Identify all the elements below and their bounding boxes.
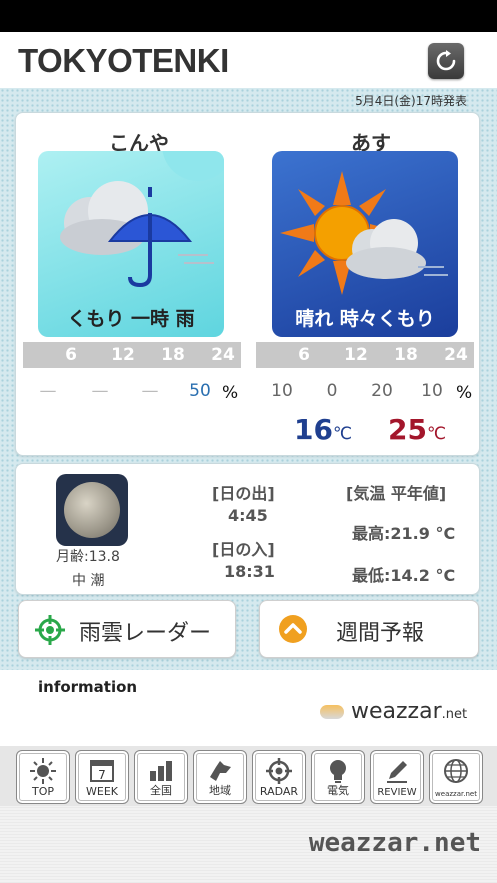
- brand-suffix: .net: [441, 707, 468, 722]
- sunset-time: 18:31: [224, 562, 275, 581]
- today-rain: —: [91, 381, 109, 401]
- today-hour-bar: 6 12 18 24: [23, 342, 241, 368]
- hokkaido-map-icon: [210, 761, 231, 781]
- moon-image: [56, 474, 128, 546]
- tab-electricity[interactable]: 電気: [311, 750, 365, 804]
- tab-review[interactable]: REVIEW: [370, 750, 424, 804]
- today-weather-image: くもり 一時 雨: [38, 151, 224, 337]
- today-hour: 24: [211, 345, 235, 365]
- issued-time: 5月4日(金)17時発表: [355, 94, 467, 108]
- sun-icon: [30, 758, 56, 784]
- tab-week[interactable]: 7 WEEK: [75, 750, 129, 804]
- moon-icon: [64, 482, 120, 538]
- tomorrow-weather-text: 晴れ 時々くもり: [295, 308, 435, 330]
- calendar-icon: 7: [90, 760, 114, 782]
- chevron-up-icon: [279, 615, 307, 643]
- tab-label: 電気: [327, 784, 349, 797]
- tomorrow-hour: 24: [444, 345, 468, 365]
- bottom-tab-bar: TOP 7 WEEK 全国 地域 RADAR 電気 REVIEW weazzar…: [0, 746, 497, 806]
- temp-unit: ℃: [426, 424, 447, 444]
- tomorrow-hour: 6: [298, 345, 310, 365]
- bar-chart-icon: [150, 761, 172, 781]
- today-pct-unit: %: [222, 383, 239, 403]
- tomorrow-weather-image: 晴れ 時々くもり: [272, 151, 458, 337]
- refresh-button[interactable]: [428, 43, 464, 79]
- today-weather-text: くもり 一時 雨: [67, 308, 195, 330]
- sunrise-time: 4:45: [228, 506, 268, 525]
- tab-website[interactable]: weazzar.net: [429, 750, 483, 804]
- tab-label: 地域: [209, 784, 231, 797]
- tomorrow-hour: 18: [394, 345, 418, 365]
- sunset-label: [日の入]: [212, 540, 275, 559]
- footer: weazzar.net: [0, 806, 497, 883]
- tab-radar[interactable]: RADAR: [252, 750, 306, 804]
- radar-icon: [266, 758, 292, 784]
- weekly-forecast-button[interactable]: 週間予報: [259, 600, 479, 658]
- tab-national[interactable]: 全国: [134, 750, 188, 804]
- normals-label: [気温 平年値]: [346, 484, 447, 503]
- tab-label: REVIEW: [377, 787, 417, 798]
- crosshair-icon: [35, 615, 65, 645]
- tomorrow-hour: 12: [344, 345, 368, 365]
- today-hour: 6: [65, 345, 77, 365]
- min-temp-value: 16: [294, 413, 333, 446]
- weekly-forecast-label: 週間予報: [336, 621, 425, 646]
- globe-icon: [444, 759, 468, 783]
- today-hour: 18: [161, 345, 185, 365]
- main-panel: 5月4日(金)17時発表 こんや くもり 一時 雨 6 12 18 24 — —…: [0, 88, 497, 670]
- tomorrow-rain: 0: [326, 381, 338, 401]
- information-label: information: [38, 678, 138, 696]
- tab-label: TOP: [31, 785, 54, 798]
- bulb-icon: [330, 760, 346, 783]
- tide: 中 潮: [72, 573, 105, 589]
- app-title: TOKYOTENKI: [18, 42, 229, 79]
- tomorrow-max-temp: 25℃: [388, 413, 446, 446]
- tab-label: RADAR: [259, 785, 299, 798]
- normal-high: 最高:21.9 °C: [352, 524, 456, 543]
- today-rain: —: [141, 381, 159, 401]
- brand-name: weazzar: [351, 699, 442, 724]
- tomorrow-pct-unit: %: [456, 383, 473, 403]
- normal-low: 最低:14.2 °C: [352, 566, 456, 585]
- pencil-icon: [387, 761, 407, 783]
- status-bar: [0, 0, 497, 32]
- tomorrow-rain: 10: [421, 381, 443, 401]
- tab-label: WEEK: [86, 785, 118, 798]
- radar-button-label: 雨雲レーダー: [79, 621, 212, 646]
- tab-label: weazzar.net: [435, 790, 477, 798]
- temp-unit: ℃: [332, 424, 353, 444]
- brand-logo-icon: [320, 705, 344, 719]
- sunrise-label: [日の出]: [212, 484, 275, 503]
- tab-region[interactable]: 地域: [193, 750, 247, 804]
- radar-button[interactable]: 雨雲レーダー: [18, 600, 236, 658]
- footer-logo: weazzar.net: [308, 828, 481, 858]
- sun-moon-card: 月齢:13.8 中 潮 [日の出] 4:45 [日の入] 18:31 [気温 平…: [15, 463, 480, 595]
- weazzar-brand[interactable]: weazzar.net: [320, 699, 467, 724]
- tomorrow-min-temp: 16℃: [294, 413, 352, 446]
- information-section: information weazzar.net: [0, 670, 497, 746]
- today-rain: 50: [189, 381, 211, 401]
- tab-label: 全国: [150, 784, 172, 797]
- forecast-card: こんや くもり 一時 雨 6 12 18 24 — — — 50 % あす 晴れ…: [15, 112, 480, 456]
- app-header: TOKYOTENKI: [0, 32, 497, 89]
- tomorrow-rain: 10: [271, 381, 293, 401]
- today-rain: —: [39, 381, 57, 401]
- calendar-badge: 7: [98, 768, 106, 782]
- moon-age: 月齢:13.8: [56, 549, 120, 565]
- refresh-icon: [436, 50, 456, 71]
- tomorrow-rain: 20: [371, 381, 393, 401]
- tab-top[interactable]: TOP: [16, 750, 70, 804]
- tomorrow-hour-bar: 6 12 18 24: [256, 342, 474, 368]
- today-hour: 12: [111, 345, 135, 365]
- max-temp-value: 25: [388, 413, 427, 446]
